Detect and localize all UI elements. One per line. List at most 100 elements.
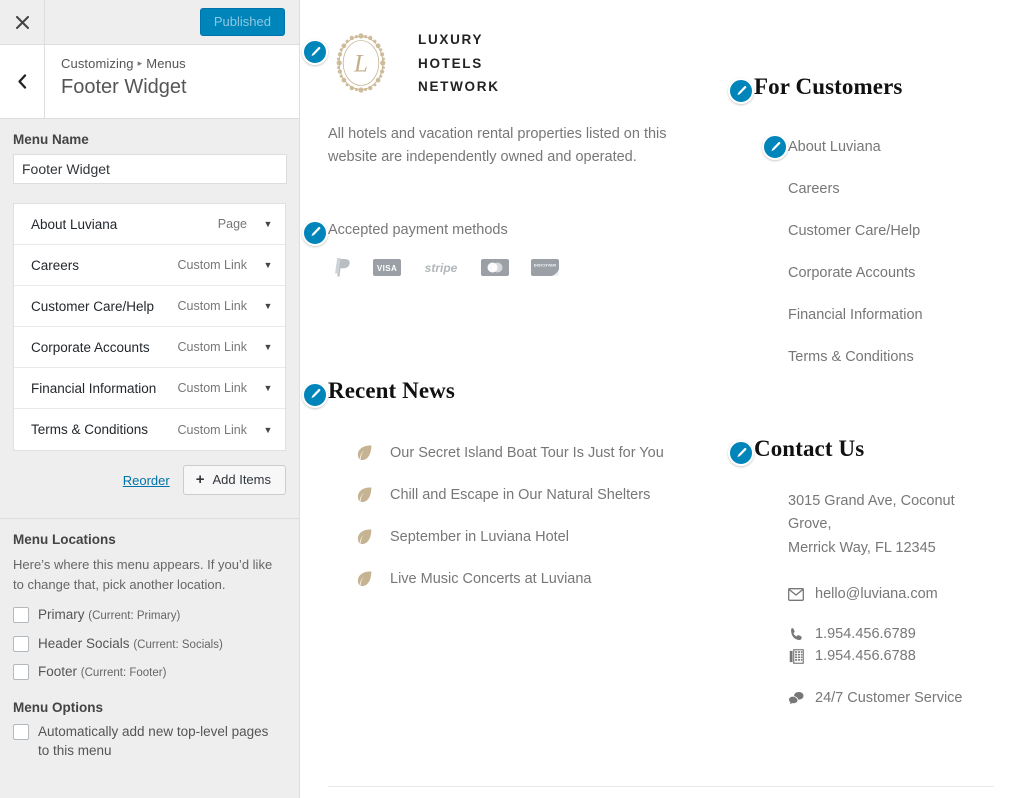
envelope-icon: [788, 586, 804, 602]
chevron-down-icon[interactable]: ▼: [263, 301, 273, 311]
footer-link-row[interactable]: Financial Information: [788, 294, 994, 336]
news-item[interactable]: September in Luviana Hotel: [356, 516, 712, 558]
footer-link-label: Corporate Accounts: [788, 265, 916, 281]
customizer-section-header: Customizing ▸ Menus Footer Widget: [0, 45, 299, 119]
menu-item-row[interactable]: Customer Care/Help Custom Link ▼: [14, 286, 285, 327]
menu-item-row[interactable]: Terms & Conditions Custom Link ▼: [14, 409, 285, 450]
svg-text:VISA: VISA: [377, 264, 397, 273]
customizer-scroll-area: Menu Name About Luviana Page ▼ Careers C…: [0, 119, 299, 798]
menu-options-section: Menu Options Automatically add new top-l…: [0, 692, 299, 761]
chevron-left-icon[interactable]: [0, 45, 45, 118]
brand-block: L LUXURY HOTELS NETWORK: [302, 28, 712, 99]
checkbox-header-socials[interactable]: [13, 635, 29, 652]
menu-item-type: Custom Link: [177, 340, 247, 354]
mastercard-icon: [481, 258, 509, 282]
menu-item-type: Page: [217, 217, 247, 231]
contact-email: hello@luviana.com: [815, 586, 938, 603]
news-item-title: Chill and Escape in Our Natural Shelters: [390, 486, 651, 503]
news-item[interactable]: Live Music Concerts at Luviana: [356, 558, 712, 600]
location-checkbox-row-header-socials[interactable]: Header Socials (Current: Socials): [13, 635, 286, 654]
menu-item-row[interactable]: Corporate Accounts Custom Link ▼: [14, 327, 285, 368]
footer-link-row[interactable]: Terms & Conditions: [788, 336, 994, 378]
menu-name-section: Menu Name: [0, 119, 299, 184]
footer-link-label: Financial Information: [788, 307, 923, 323]
contact-details: 3015 Grand Ave, Coconut Grove, Merrick W…: [788, 490, 994, 706]
footer-link-row[interactable]: Corporate Accounts: [788, 252, 994, 294]
contact-email-row[interactable]: hello@luviana.com: [788, 586, 994, 602]
chevron-down-icon[interactable]: ▼: [263, 425, 273, 435]
add-items-button[interactable]: + Add Items: [182, 465, 286, 495]
footer-link-row[interactable]: Careers: [788, 168, 994, 210]
contact-fax-row[interactable]: 1.954.456.6788: [788, 648, 994, 664]
customizer-topbar: Published: [0, 0, 299, 45]
pencil-edit-icon[interactable]: [302, 219, 328, 246]
luxury-hotels-wreath-logo: L: [328, 30, 394, 96]
contact-us-heading: Contact Us: [754, 436, 865, 461]
checkbox-footer[interactable]: [13, 664, 29, 681]
chevron-down-icon[interactable]: ▼: [263, 219, 273, 229]
menu-actions: Reorder + Add Items: [13, 465, 286, 495]
menu-item-name: Customer Care/Help: [31, 298, 155, 314]
discover-icon: DISCOVER: [531, 258, 559, 282]
menu-item-row[interactable]: Careers Custom Link ▼: [14, 245, 285, 286]
footer-column-customers-contact: For Customers About Luviana Careers Cust…: [728, 28, 994, 706]
contact-phone-row[interactable]: 1.954.456.6789: [788, 626, 994, 642]
checkbox-auto-add-pages[interactable]: [13, 723, 29, 740]
pencil-edit-icon[interactable]: [302, 381, 328, 408]
location-label-primary: Primary (Current: Primary): [38, 606, 180, 625]
menu-item-type: Custom Link: [177, 422, 247, 437]
contact-service-row[interactable]: 24/7 Customer Service: [788, 690, 994, 706]
news-item[interactable]: Chill and Escape in Our Natural Shelters: [356, 474, 712, 516]
menu-item-type: Custom Link: [177, 381, 247, 395]
footer-column-brand: L LUXURY HOTELS NETWORK All hotels and v…: [302, 28, 712, 706]
menu-item-name: Corporate Accounts: [31, 339, 150, 355]
footer-widget-grid: L LUXURY HOTELS NETWORK All hotels and v…: [302, 28, 994, 706]
brand-line-1: LUXURY: [418, 32, 484, 47]
add-items-label: Add Items: [212, 472, 271, 487]
location-name: Header Socials: [38, 635, 130, 651]
chat-bubbles-icon: [788, 690, 804, 706]
chevron-down-icon[interactable]: ▼: [263, 260, 273, 270]
menu-name-label: Menu Name: [13, 132, 89, 147]
recent-news-header: Recent News: [302, 377, 712, 408]
breadcrumb-current[interactable]: Menus: [146, 56, 186, 71]
for-customers-heading: For Customers: [754, 74, 903, 99]
location-name: Footer: [38, 664, 78, 680]
chevron-down-icon[interactable]: ▼: [263, 383, 273, 393]
menu-item-row[interactable]: Financial Information Custom Link ▼: [14, 368, 285, 409]
menu-locations-description: Here’s where this menu appears. If you’d…: [13, 557, 273, 593]
pencil-edit-icon[interactable]: [728, 78, 754, 104]
close-icon[interactable]: [0, 0, 45, 44]
news-item[interactable]: Our Secret Island Boat Tour Is Just for …: [356, 432, 712, 474]
pencil-edit-icon[interactable]: [728, 440, 754, 466]
auto-add-pages-row[interactable]: Automatically add new top-level pages to…: [13, 723, 286, 761]
site-preview: L LUXURY HOTELS NETWORK All hotels and v…: [300, 0, 1014, 798]
location-current: (Current: Footer): [80, 667, 167, 680]
leaf-icon: [356, 570, 373, 587]
publish-button[interactable]: Published: [199, 8, 285, 36]
breadcrumb-root[interactable]: Customizing: [61, 56, 134, 71]
reorder-link[interactable]: Reorder: [123, 473, 170, 488]
auto-add-pages-label: Automatically add new top-level pages to…: [38, 723, 269, 758]
location-checkbox-row-footer[interactable]: Footer (Current: Footer): [13, 663, 286, 682]
brand-disclaimer: All hotels and vacation rental propertie…: [328, 125, 667, 166]
recent-news-heading: Recent News: [328, 377, 455, 403]
breadcrumb: Customizing ▸ Menus: [61, 56, 187, 71]
footer-link-row[interactable]: Customer Care/Help: [788, 210, 994, 252]
menu-item-name: Terms & Conditions: [31, 422, 149, 437]
menu-item-row[interactable]: About Luviana Page ▼: [14, 204, 285, 245]
contact-phone: 1.954.456.6789: [815, 626, 916, 643]
menu-name-input[interactable]: [13, 154, 287, 184]
pencil-edit-icon[interactable]: [302, 39, 328, 65]
location-checkbox-row-primary[interactable]: Primary (Current: Primary): [13, 606, 286, 625]
page-title: Footer Widget: [61, 76, 187, 98]
phone-icon: [788, 626, 804, 642]
checkbox-primary[interactable]: [13, 607, 29, 624]
brand-line-3: NETWORK: [418, 79, 500, 95]
leaf-icon: [356, 528, 373, 545]
svg-text:L: L: [353, 51, 368, 78]
address-line-2: Merrick Way, FL 12345: [788, 539, 936, 556]
footer-link-row[interactable]: About Luviana: [762, 126, 994, 168]
chevron-down-icon[interactable]: ▼: [263, 342, 273, 352]
pencil-edit-icon[interactable]: [762, 134, 788, 160]
